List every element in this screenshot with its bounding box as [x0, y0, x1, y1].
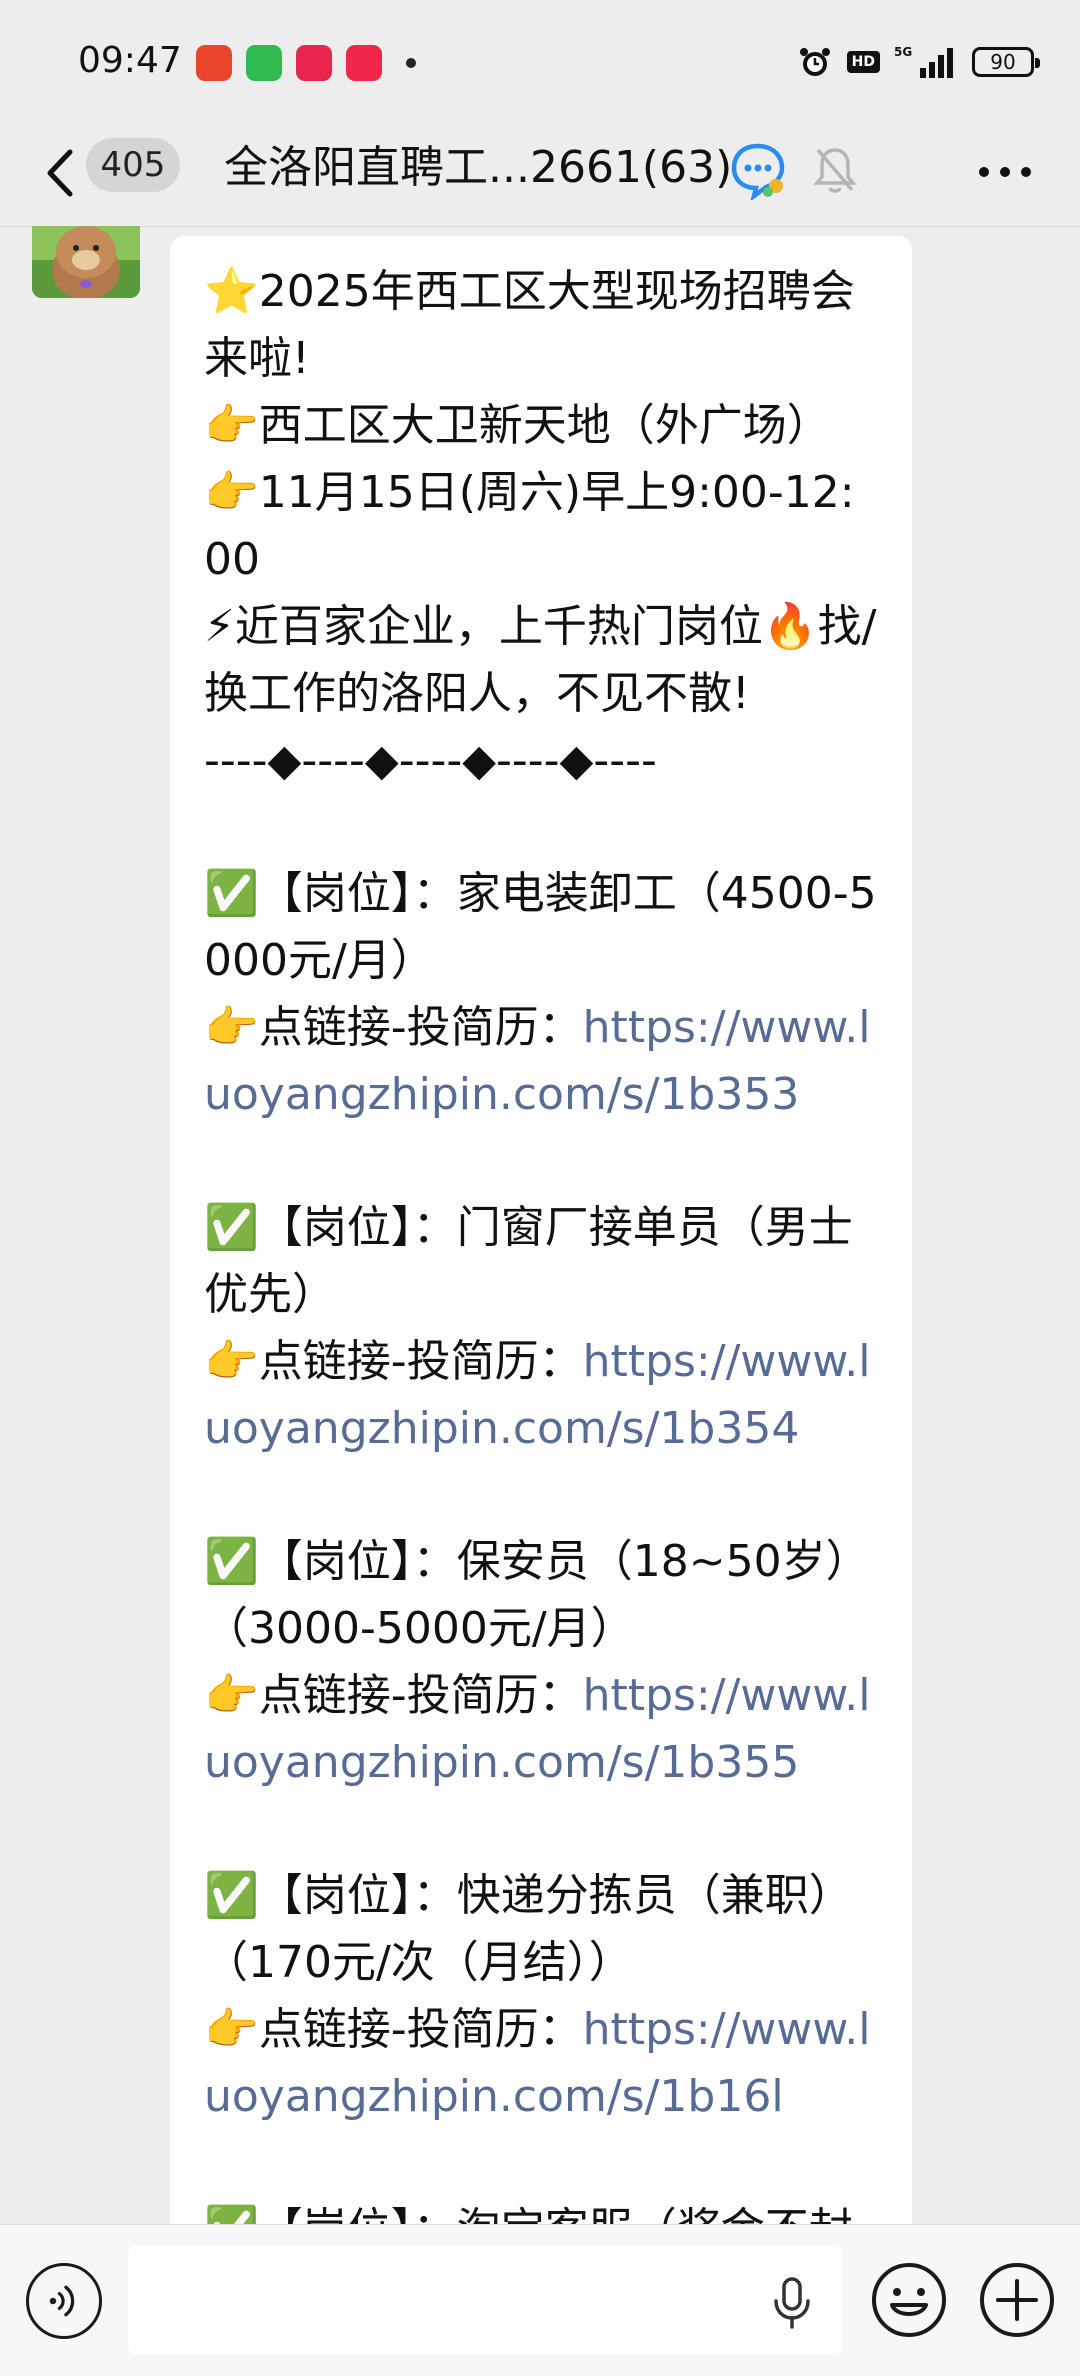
link-prefix: 👉点链接-投简历：	[204, 1336, 583, 1387]
link-prefix: 👉点链接-投简历：	[204, 2004, 583, 2055]
intro-line: ⚡近百家企业，上千热门岗位🔥找/换工作的洛阳人，不见不散!	[204, 601, 877, 719]
job-link-line: 👉点链接-投简历：https://www.luoyangzhipin.com/s…	[204, 1662, 878, 1796]
chat-title: 全洛阳直聘工...2661(63)	[224, 142, 733, 193]
intro-line: ⭐2025年西工区大型现场招聘会来啦!	[204, 266, 855, 384]
job-title: ✅【岗位】：快递分拣员（兼职）（170元/次（月结））	[204, 1870, 853, 1988]
chat-message-list[interactable]: ⭐2025年西工区大型现场招聘会来啦! 👉西工区大卫新天地（外广场）👉11月15…	[0, 226, 1080, 2224]
message-bubble[interactable]: ⭐2025年西工区大型现场招聘会来啦! 👉西工区大卫新天地（外广场）👉11月15…	[170, 236, 912, 2224]
job-link-line: 👉点链接-投简历：https://www.luoyangzhipin.com/s…	[204, 994, 878, 1128]
voice-input-icon[interactable]	[26, 2263, 102, 2339]
microphone-icon[interactable]	[770, 2275, 814, 2331]
more-notifications-dot	[406, 58, 416, 68]
link-prefix: 👉点链接-投简历：	[204, 1670, 583, 1721]
job-title: ✅【岗位】：门窗厂接单员（男士优先）	[204, 1202, 853, 1320]
unread-count-badge[interactable]: 405	[86, 138, 180, 192]
emoji-icon[interactable]	[870, 2261, 948, 2339]
divider-line: ----◆----◆----◆----◆----	[204, 735, 657, 786]
app-notification-icon	[346, 45, 382, 81]
system-icons: HD 5G 90	[797, 44, 1040, 80]
alarm-icon	[799, 48, 830, 76]
bear-avatar-icon	[32, 226, 140, 298]
sender-avatar[interactable]	[32, 226, 140, 298]
app-notification-icon	[246, 45, 282, 81]
intro-line: 👉西工区大卫新天地（外广场）👉11月15日(周六)早上9:00-12:00	[204, 400, 855, 585]
app-notification-icon	[196, 45, 232, 81]
signal-icon: 5G	[894, 45, 953, 78]
job-link-line: 👉点链接-投简历：https://www.luoyangzhipin.com/s…	[204, 1328, 878, 1462]
status-bar: 09:47 HD 5G 90	[0, 0, 1080, 130]
link-prefix: 👉点链接-投简历：	[204, 1002, 583, 1053]
mute-bell-icon	[813, 148, 857, 193]
notification-icons	[196, 45, 416, 81]
plus-icon[interactable]	[978, 2261, 1056, 2339]
message-input[interactable]	[128, 2245, 842, 2355]
status-time: 09:47	[78, 40, 182, 81]
app-notification-icon	[296, 45, 332, 81]
job-title: ✅【岗位】：保安员（18~50岁）（3000-5000元/月）	[204, 1536, 870, 1654]
hd-badge: HD	[846, 51, 880, 73]
job-title: ✅【岗位】：淘宝客服（奖金不封顶）（3000-20000元/月）	[204, 2196, 878, 2224]
chat-header: 405 全洛阳直聘工...2661(63)	[0, 122, 1080, 227]
job-link-line: 👉点链接-投简历：https://www.luoyangzhipin.com/s…	[204, 1996, 878, 2130]
battery-icon: 90	[972, 47, 1040, 77]
input-bar	[0, 2224, 1080, 2376]
svg-text:5G: 5G	[894, 45, 912, 59]
more-options-icon[interactable]	[976, 152, 1034, 192]
job-title: ✅【岗位】：家电装卸工（4500-5000元/月）	[204, 868, 877, 986]
chat-ai-icon[interactable]	[728, 140, 788, 200]
back-arrow-icon[interactable]	[38, 140, 82, 206]
